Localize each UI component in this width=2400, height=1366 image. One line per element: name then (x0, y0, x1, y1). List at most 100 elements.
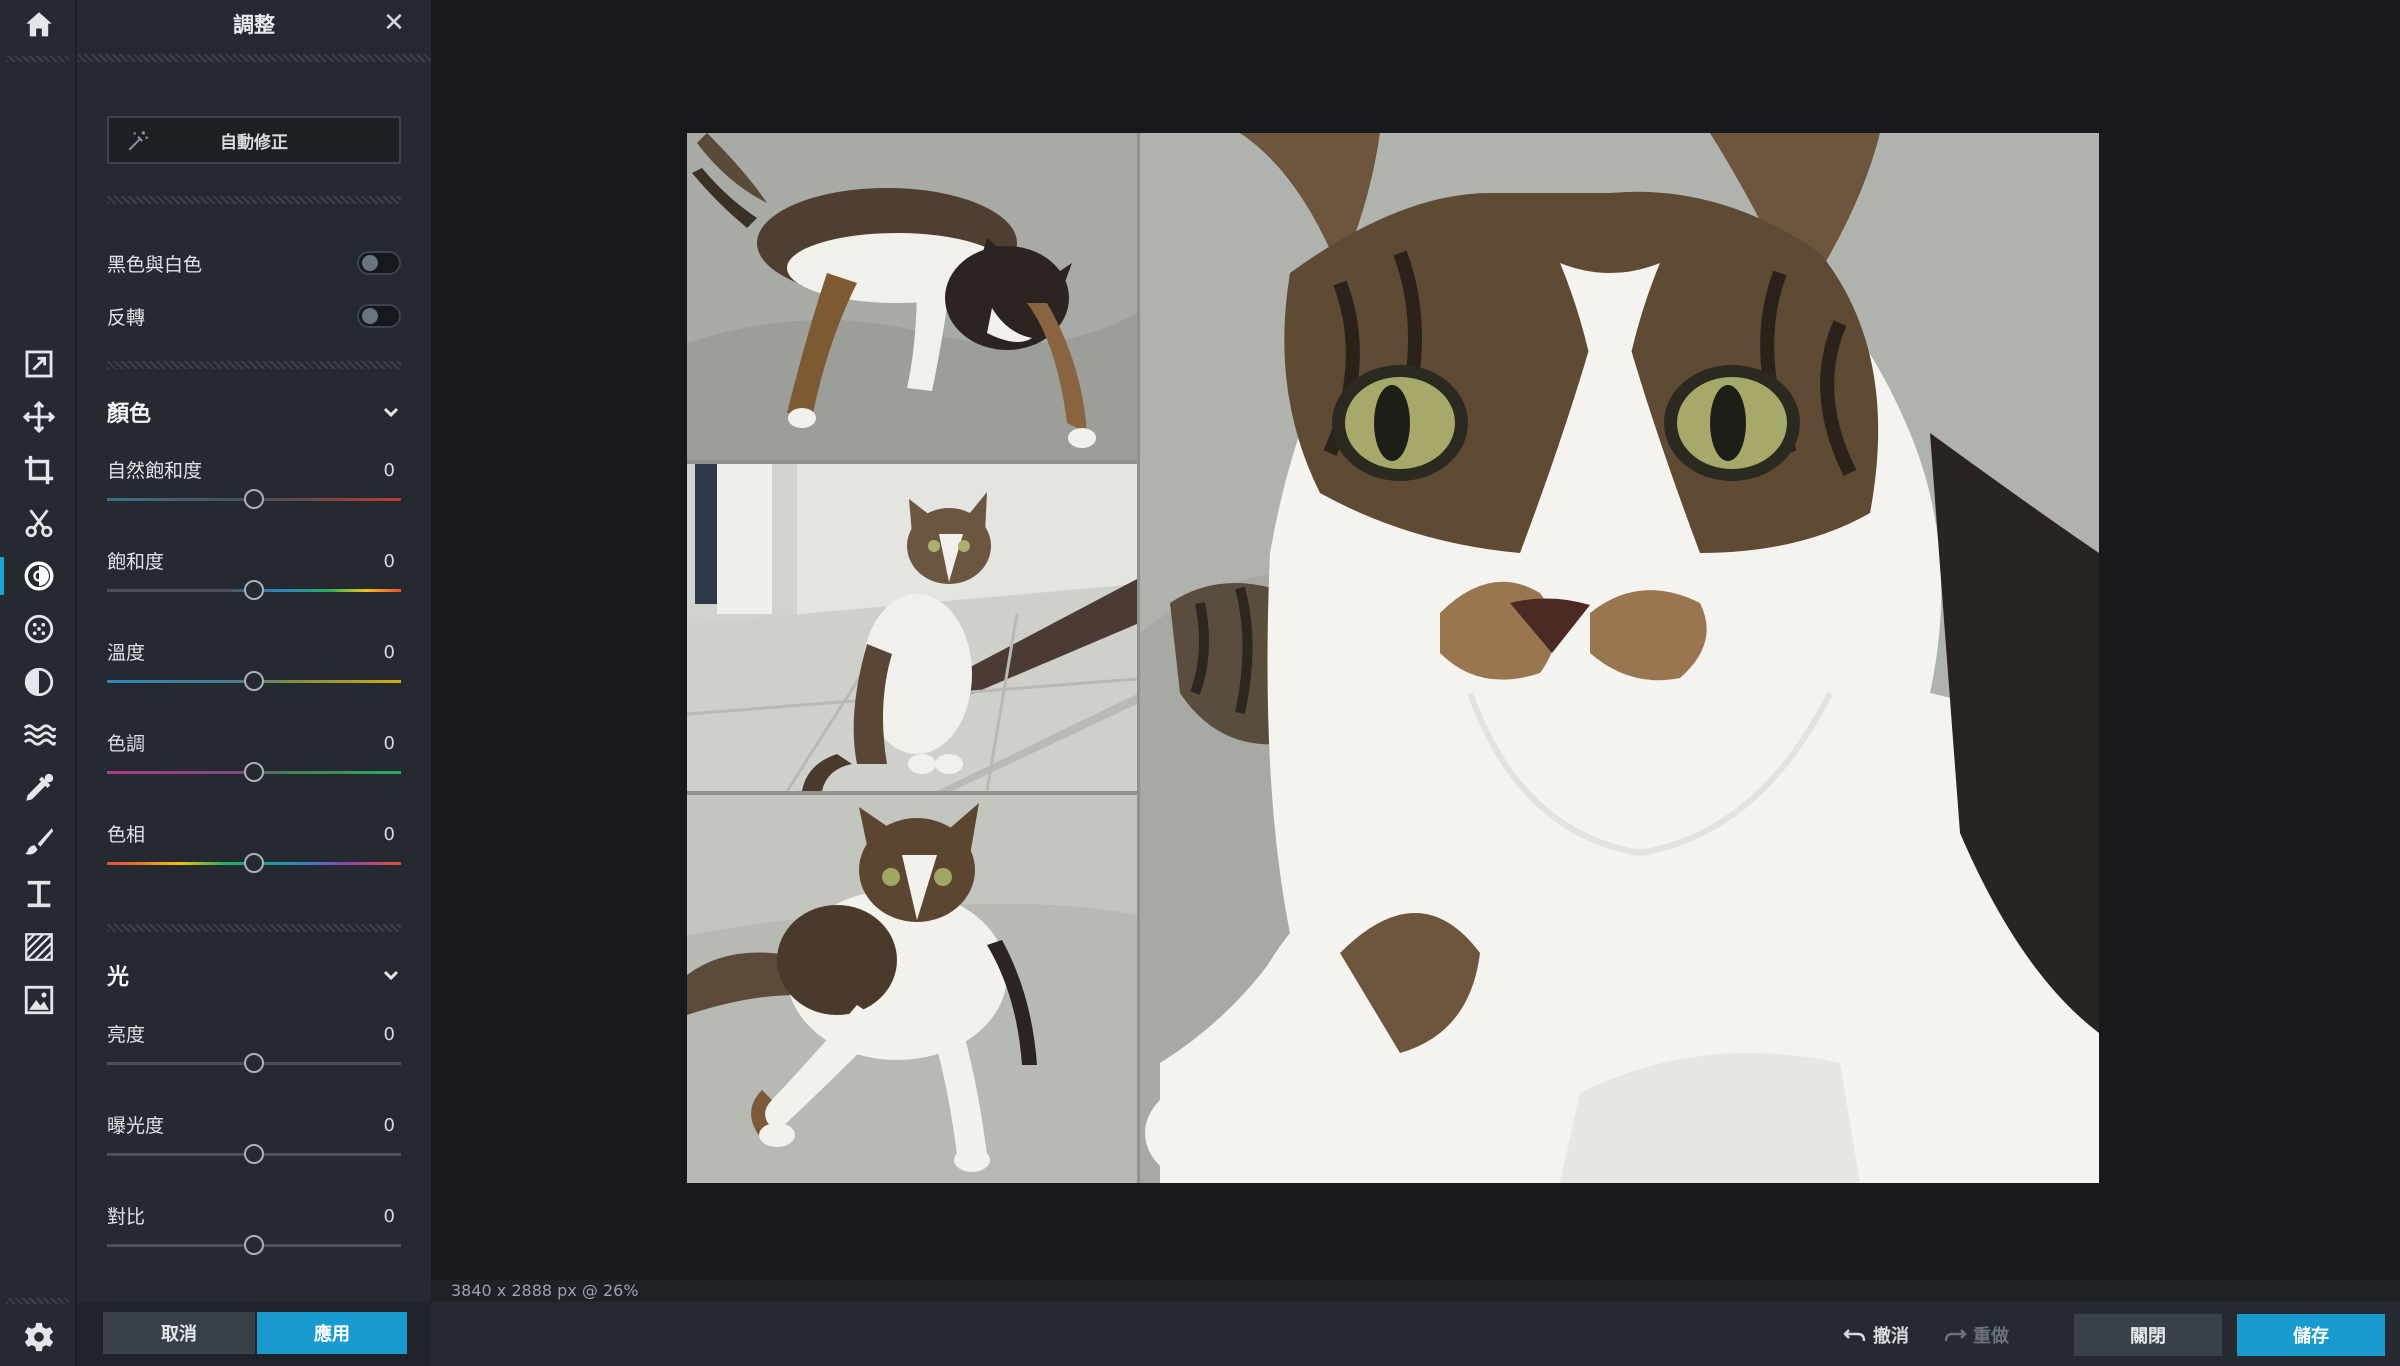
switch-knob (362, 255, 378, 271)
text-icon (27, 880, 50, 908)
dropper-tool-button[interactable] (0, 763, 77, 813)
photo-cat-closeup (1140, 133, 2099, 1183)
slider-value: 0 (383, 460, 395, 481)
move-icon (22, 400, 55, 434)
slider-value: 0 (383, 1115, 395, 1136)
switch-knob (362, 308, 378, 324)
slider-label: 色調 (107, 733, 146, 755)
section-color-header[interactable]: 顏色 (107, 395, 401, 429)
slider-thumb[interactable] (244, 1144, 264, 1164)
slider-thumb[interactable] (244, 762, 264, 782)
slider-value: 0 (383, 733, 395, 754)
status-bar: 3840 x 2888 px @ 26% (431, 1280, 2400, 1302)
slider-label: 自然飽和度 (107, 460, 203, 482)
image-tool-button[interactable] (0, 975, 77, 1025)
apply-button[interactable]: 應用 (257, 1312, 407, 1354)
slider-value: 0 (383, 551, 395, 572)
home-icon (25, 12, 52, 37)
adjust-icon (24, 561, 53, 591)
section-title: 顏色 (107, 402, 152, 427)
panel-divider (107, 361, 401, 369)
redo-icon (1944, 1329, 1967, 1342)
auto-fix-label: 自動修正 (220, 132, 288, 153)
photo-cat-sitting-door (687, 464, 1137, 791)
slider-value: 0 (383, 642, 395, 663)
settings-icon (24, 1322, 53, 1352)
slider-thumb[interactable] (244, 853, 264, 873)
image-icon (24, 985, 53, 1015)
black-white-switch[interactable] (357, 251, 401, 275)
dropper-icon (25, 773, 53, 801)
slider-vibrance: 自然飽和度 0 (107, 456, 401, 516)
slider-label: 飽和度 (107, 551, 165, 573)
canvas-workspace[interactable] (431, 0, 2400, 1280)
chevron-down-icon (383, 407, 399, 418)
invert-switch[interactable] (357, 304, 401, 328)
panel-divider (107, 196, 401, 204)
filter-tool-button[interactable] (0, 657, 77, 707)
undo-button[interactable]: 撤消 (1843, 1322, 1909, 1348)
cancel-button[interactable]: 取消 (103, 1312, 255, 1354)
text-tool-button[interactable] (0, 869, 77, 919)
slider-contrast: 對比 0 (107, 1202, 401, 1262)
redo-label: 重做 (1973, 1326, 2009, 1347)
slider-brightness: 亮度 0 (107, 1020, 401, 1080)
close-panel-button[interactable]: ✕ (379, 8, 409, 38)
undo-icon (1843, 1329, 1866, 1342)
photo-collage-canvas[interactable] (687, 133, 2099, 1183)
cut-tool-button[interactable] (0, 498, 77, 548)
crop-tool-button[interactable] (0, 445, 77, 495)
slider-thumb[interactable] (244, 671, 264, 691)
slider-value: 0 (383, 1206, 395, 1227)
effects-tool-button[interactable] (0, 604, 77, 654)
settings-button[interactable] (0, 1312, 77, 1362)
chevron-down-icon (383, 970, 399, 981)
slider-value: 0 (383, 824, 395, 845)
slider-temperature: 溫度 0 (107, 638, 401, 698)
close-icon: ✕ (383, 8, 405, 38)
move-tool-button[interactable] (0, 392, 77, 442)
cut-icon (25, 509, 52, 538)
panel-header: 調整 ✕ (77, 0, 431, 48)
tool-rail (0, 0, 77, 1366)
slider-hue: 色相 0 (107, 820, 401, 880)
slider-thumb[interactable] (244, 580, 264, 600)
panel-divider (107, 924, 401, 932)
texture-tool-button[interactable] (0, 922, 77, 972)
save-button[interactable]: 儲存 (2237, 1314, 2385, 1356)
slider-exposure: 曝光度 0 (107, 1111, 401, 1171)
resize-icon (25, 350, 52, 378)
auto-fix-button[interactable]: 自動修正 (107, 116, 401, 164)
rail-divider (6, 56, 69, 62)
wave-tool-button[interactable] (0, 710, 77, 760)
filter-icon (24, 667, 53, 697)
toggle-label: 反轉 (107, 306, 146, 329)
toggle-invert: 反轉 (107, 299, 401, 333)
home-button[interactable] (0, 0, 77, 50)
slider-value: 0 (383, 1024, 395, 1045)
photo-cat-lying (687, 133, 1137, 460)
panel-title: 調整 (233, 13, 275, 37)
rail-divider (6, 1298, 69, 1304)
redo-button[interactable]: 重做 (1943, 1322, 2009, 1348)
slider-label: 色相 (107, 824, 146, 846)
toggle-black-white: 黑色與白色 (107, 246, 401, 280)
bottom-toolbar: 撤消 重做 關閉 儲存 (431, 1302, 2400, 1366)
magic-wand-icon (128, 131, 148, 151)
slider-thumb[interactable] (244, 1235, 264, 1255)
slider-label: 對比 (107, 1206, 146, 1228)
effects-icon (24, 614, 53, 644)
slider-label: 亮度 (107, 1024, 146, 1046)
section-title: 光 (107, 965, 130, 990)
slider-label: 溫度 (107, 642, 146, 664)
texture-icon (24, 933, 53, 961)
slider-tint: 色調 0 (107, 729, 401, 789)
adjust-tool-button[interactable] (0, 551, 77, 601)
panel-divider (77, 54, 431, 62)
resize-tool-button[interactable] (0, 339, 77, 389)
slider-thumb[interactable] (244, 1053, 264, 1073)
section-light-header[interactable]: 光 (107, 958, 401, 992)
close-button[interactable]: 關閉 (2074, 1314, 2222, 1356)
brush-tool-button[interactable] (0, 816, 77, 866)
slider-thumb[interactable] (244, 489, 264, 509)
